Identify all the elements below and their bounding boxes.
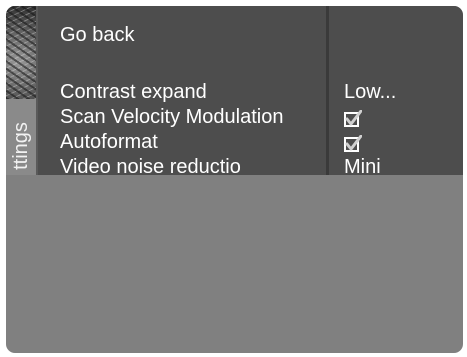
menu-item-scan-velocity-modulation[interactable]: Scan Velocity Modulation: [60, 105, 283, 129]
settings-menu-panel: ttings Go back Contrast expand Scan Velo…: [6, 6, 463, 178]
menu-values-column: Low... Mini: [344, 6, 463, 178]
video-noise-reduction-value[interactable]: Mini: [344, 155, 381, 179]
column-divider: [326, 6, 329, 175]
menu-item-contrast-expand[interactable]: Contrast expand: [60, 80, 207, 104]
left-divider: [36, 6, 38, 175]
contrast-expand-value[interactable]: Low...: [344, 80, 396, 104]
go-back-button[interactable]: Go back: [60, 24, 134, 47]
menu-thumbnail-image: [6, 6, 36, 99]
settings-side-tab[interactable]: ttings: [6, 99, 36, 175]
autoformat-checkbox-icon[interactable]: [344, 135, 362, 153]
menu-item-video-noise-reduction[interactable]: Video noise reductio: [60, 155, 241, 179]
scan-velocity-modulation-checkbox-icon[interactable]: [344, 110, 362, 128]
settings-side-tab-label: ttings: [10, 122, 32, 170]
menu-items-column: Go back Contrast expand Scan Velocity Mo…: [60, 6, 324, 178]
tv-menu-screen: ttings Go back Contrast expand Scan Velo…: [6, 6, 463, 353]
menu-item-autoformat[interactable]: Autoformat: [60, 130, 158, 154]
